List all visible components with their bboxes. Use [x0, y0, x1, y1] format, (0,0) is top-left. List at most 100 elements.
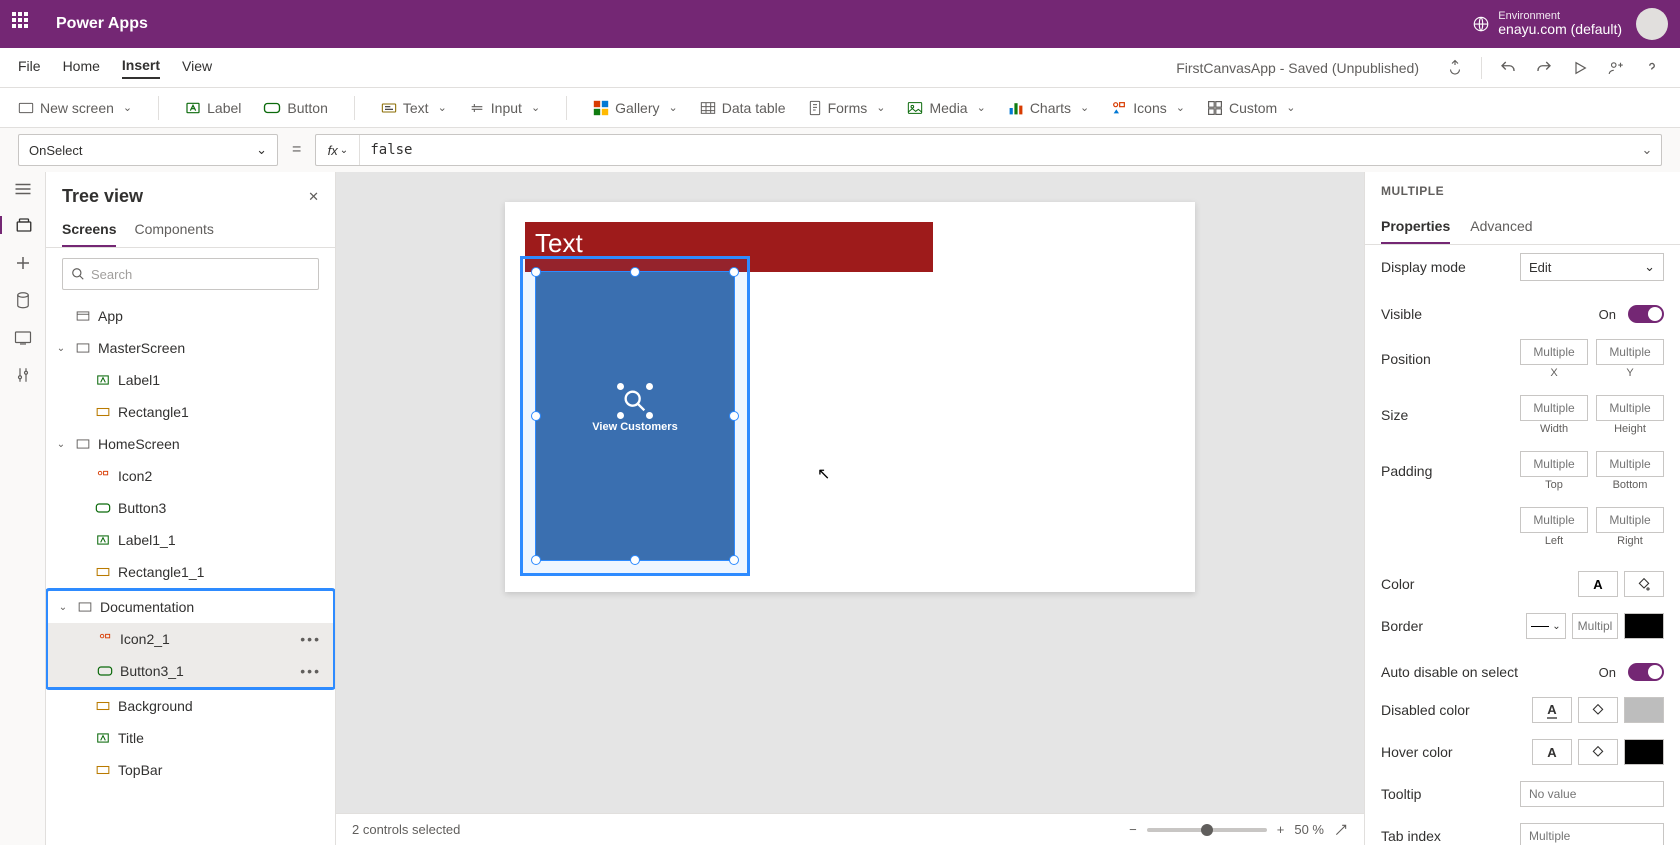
app-checker-icon[interactable] — [1445, 58, 1465, 78]
icons-dropdown[interactable]: Icons — [1111, 100, 1185, 116]
selection-bounds[interactable]: View Customers — [520, 256, 750, 576]
tree-node-title[interactable]: Title — [46, 722, 335, 754]
hover-font-color[interactable]: A — [1532, 739, 1572, 765]
search-icon[interactable] — [621, 387, 649, 415]
new-screen-label: New screen — [40, 100, 114, 116]
tree-node-rectangle1[interactable]: Rectangle1 — [46, 396, 335, 428]
tree-node-button3[interactable]: Button3 — [46, 492, 335, 524]
width-input[interactable] — [1520, 395, 1588, 421]
gallery-dropdown[interactable]: Gallery — [593, 100, 678, 116]
chevron-down-icon: ⌄ — [1644, 259, 1655, 275]
media-rail-icon[interactable] — [14, 330, 32, 346]
padding-top-input[interactable] — [1520, 451, 1588, 477]
hover-border-swatch[interactable] — [1624, 739, 1664, 765]
tree-node-app[interactable]: App — [46, 300, 335, 332]
hover-fill-color[interactable] — [1578, 739, 1618, 765]
tools-icon[interactable] — [15, 366, 31, 384]
text-dropdown[interactable]: Text — [381, 100, 447, 116]
disabled-color-label: Disabled color — [1381, 702, 1524, 718]
menu-view[interactable]: View — [182, 58, 212, 78]
undo-icon[interactable] — [1498, 58, 1518, 78]
disabled-font-color[interactable]: A — [1532, 697, 1572, 723]
icons-label: Icons — [1133, 100, 1166, 116]
fill-color-button[interactable] — [1624, 571, 1664, 597]
play-icon[interactable] — [1570, 58, 1590, 78]
menu-home[interactable]: Home — [63, 58, 100, 78]
border-style-select[interactable]: ⌄ — [1526, 613, 1566, 639]
auto-disable-toggle[interactable] — [1628, 663, 1664, 681]
tree-node-masterscreen[interactable]: ⌄MasterScreen — [46, 332, 335, 364]
tab-advanced[interactable]: Advanced — [1470, 210, 1532, 244]
help-icon[interactable] — [1642, 58, 1662, 78]
tree-view-icon[interactable] — [0, 216, 45, 234]
tree-node-rectangle1-1[interactable]: Rectangle1_1 — [46, 556, 335, 588]
screen-canvas[interactable]: Text View Customers — [505, 202, 1195, 592]
tab-index-input[interactable] — [1520, 823, 1664, 845]
input-dropdown[interactable]: Input — [469, 100, 540, 116]
tree-node-homescreen[interactable]: ⌄HomeScreen — [46, 428, 335, 460]
user-avatar[interactable] — [1636, 8, 1668, 40]
color-label: Color — [1381, 576, 1570, 592]
tooltip-input[interactable] — [1520, 781, 1664, 807]
border-label: Border — [1381, 618, 1518, 634]
border-color-swatch[interactable] — [1624, 613, 1664, 639]
text-label: Text — [403, 100, 429, 116]
button-control[interactable]: View Customers — [535, 271, 735, 561]
fit-screen-icon[interactable] — [1334, 823, 1348, 837]
menu-insert[interactable]: Insert — [122, 57, 160, 79]
hamburger-icon[interactable] — [14, 182, 32, 196]
tab-screens[interactable]: Screens — [62, 215, 116, 247]
tree-node-background[interactable]: Background — [46, 690, 335, 722]
app-launcher-icon[interactable] — [12, 12, 36, 36]
fx-button[interactable]: fx⌄ — [316, 135, 360, 165]
share-icon[interactable] — [1606, 58, 1626, 78]
tree-node-topbar[interactable]: TopBar — [46, 754, 335, 786]
tree-node-button3-1[interactable]: Button3_1••• — [48, 655, 333, 687]
tree-node-documentation[interactable]: ⌄Documentation — [48, 591, 333, 623]
tab-components[interactable]: Components — [134, 215, 213, 247]
position-x-input[interactable] — [1520, 339, 1588, 365]
expand-formula-icon[interactable]: ⌄ — [1633, 142, 1661, 158]
redo-icon[interactable] — [1534, 58, 1554, 78]
padding-bottom-input[interactable] — [1596, 451, 1664, 477]
tree-node-icon2[interactable]: Icon2 — [46, 460, 335, 492]
data-table-button[interactable]: Data table — [700, 100, 786, 116]
disabled-fill-color[interactable] — [1578, 697, 1618, 723]
charts-dropdown[interactable]: Charts — [1008, 100, 1089, 116]
auto-disable-label: Auto disable on select — [1381, 664, 1591, 680]
padding-right-input[interactable] — [1596, 507, 1664, 533]
property-selector[interactable]: OnSelect ⌄ — [18, 134, 278, 166]
border-width-input[interactable] — [1572, 613, 1618, 639]
tree-node-label1[interactable]: Label1 — [46, 364, 335, 396]
new-screen-button[interactable]: New screen — [18, 100, 132, 116]
button-button[interactable]: Button — [263, 100, 327, 116]
more-icon[interactable]: ••• — [300, 663, 321, 679]
forms-dropdown[interactable]: Forms — [808, 100, 886, 116]
tree-search-input[interactable]: Search — [62, 258, 319, 290]
zoom-in-button[interactable]: + — [1277, 822, 1285, 837]
media-dropdown[interactable]: Media — [907, 100, 985, 116]
height-input[interactable] — [1596, 395, 1664, 421]
tree-node-label1-1[interactable]: Label1_1 — [46, 524, 335, 556]
close-panel-icon[interactable]: ✕ — [308, 189, 319, 205]
padding-left-input[interactable] — [1520, 507, 1588, 533]
disabled-border-swatch[interactable] — [1624, 697, 1664, 723]
environment-picker[interactable]: Environment enayu.com (default) — [1472, 10, 1622, 37]
insert-icon[interactable] — [14, 254, 32, 272]
data-icon[interactable] — [15, 292, 31, 310]
display-mode-select[interactable]: Edit⌄ — [1520, 253, 1664, 281]
custom-dropdown[interactable]: Custom — [1207, 100, 1295, 116]
tab-properties[interactable]: Properties — [1381, 210, 1450, 244]
formula-input[interactable]: false — [360, 135, 1633, 165]
visible-toggle[interactable] — [1628, 305, 1664, 323]
menu-file[interactable]: File — [18, 58, 41, 78]
position-y-input[interactable] — [1596, 339, 1664, 365]
label-button[interactable]: Label — [185, 100, 241, 116]
font-color-button[interactable]: A — [1578, 571, 1618, 597]
zoom-slider[interactable] — [1147, 828, 1267, 832]
divider — [158, 96, 159, 120]
zoom-out-button[interactable]: − — [1129, 822, 1137, 837]
gallery-label: Gallery — [615, 100, 659, 116]
more-icon[interactable]: ••• — [300, 631, 321, 647]
tree-node-icon2-1[interactable]: Icon2_1••• — [48, 623, 333, 655]
